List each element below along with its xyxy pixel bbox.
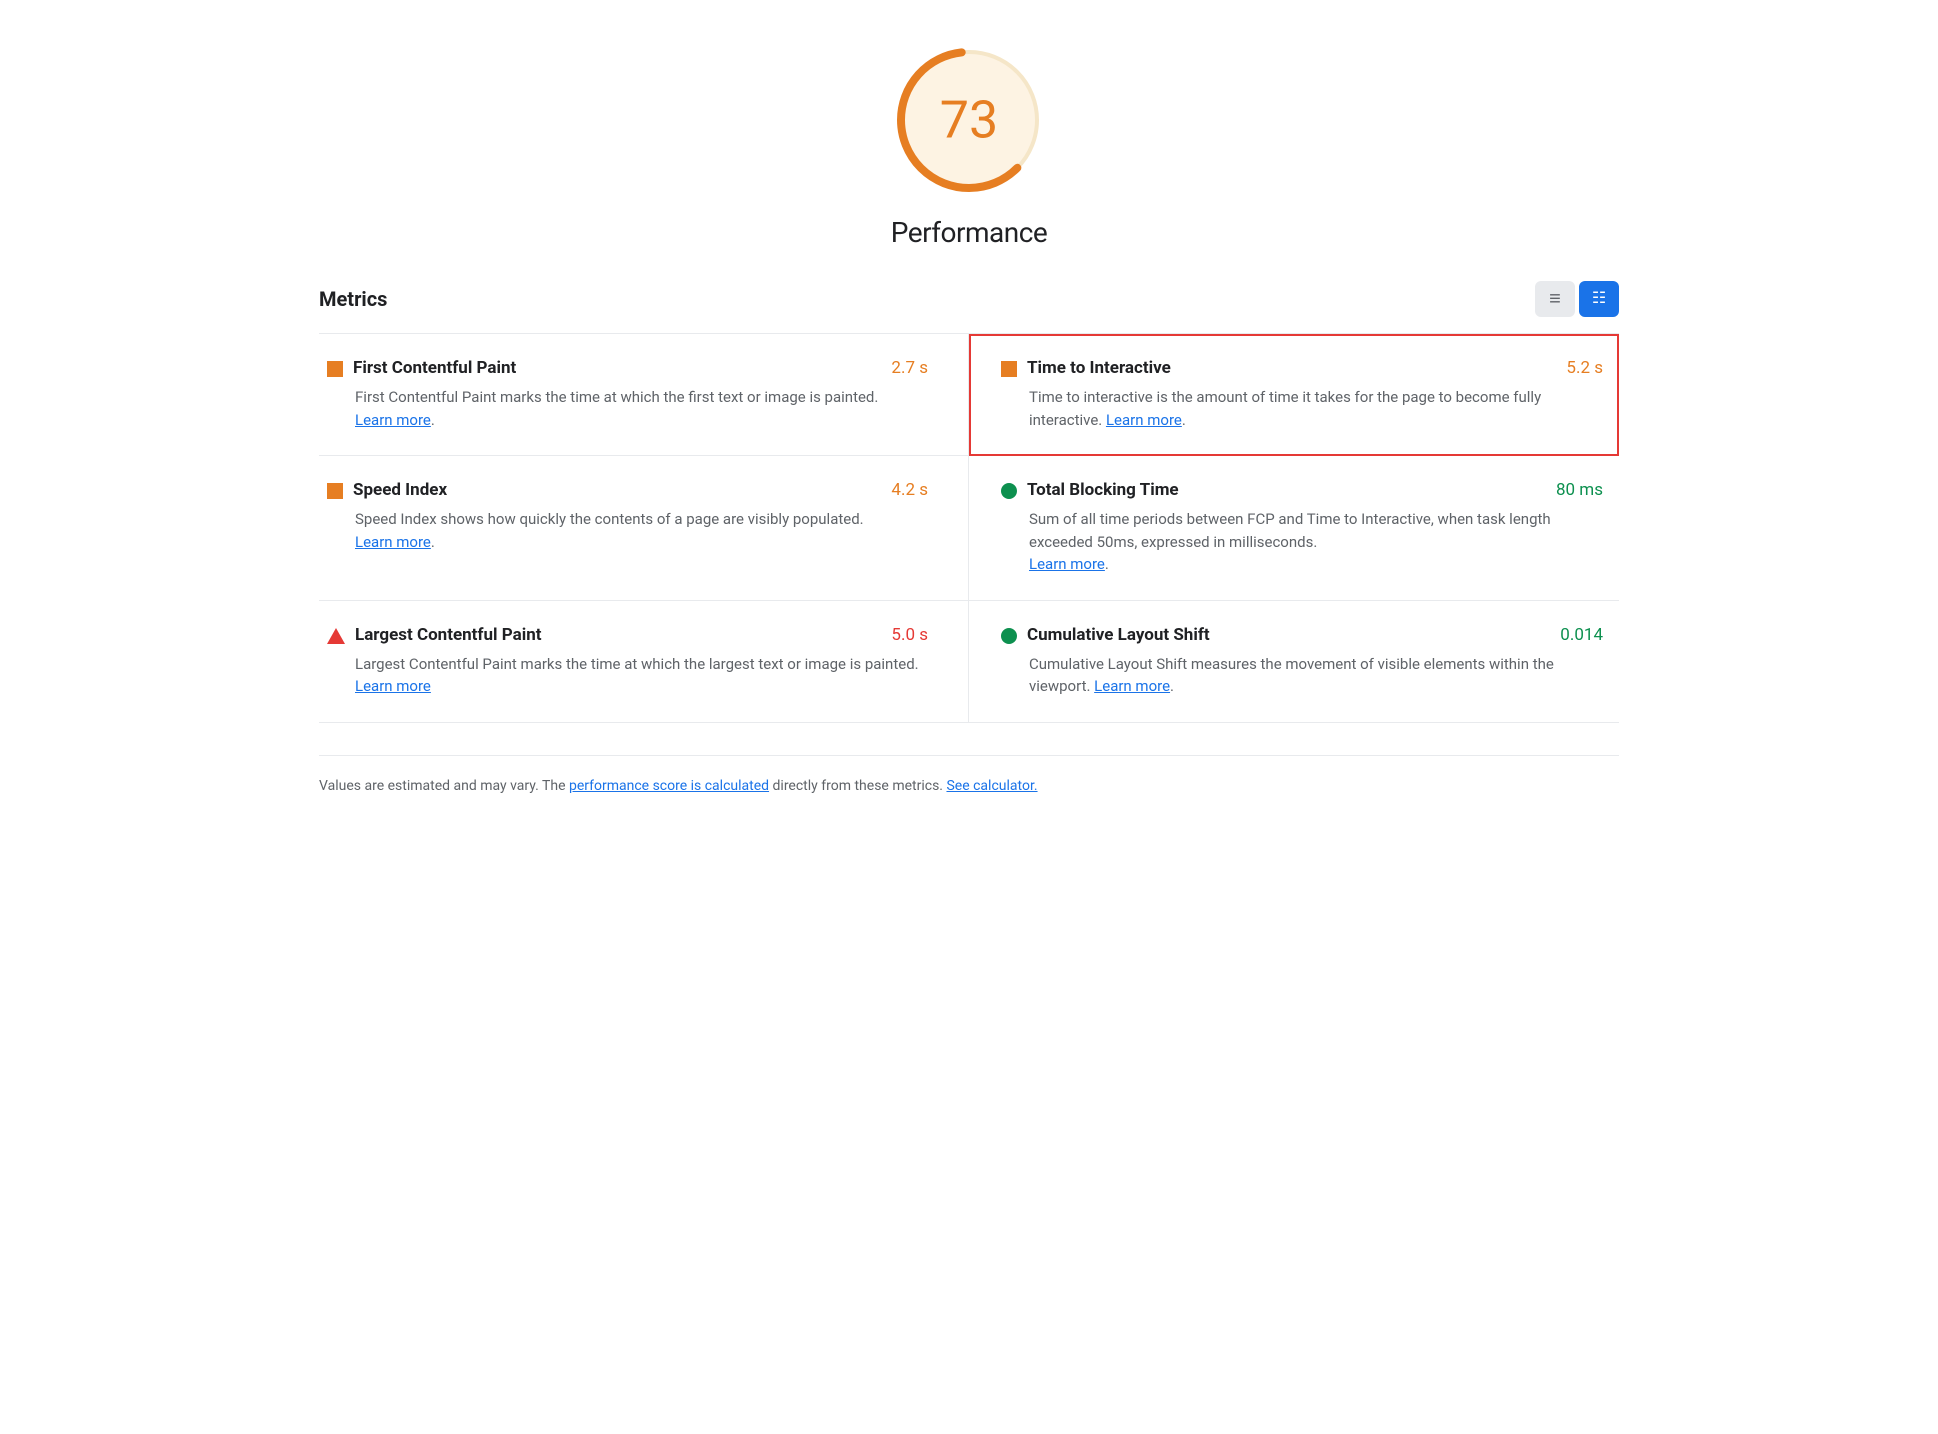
tti-learn-more[interactable]: Learn more <box>1106 411 1182 429</box>
si-description: Speed Index shows how quickly the conten… <box>355 508 928 553</box>
metric-cls-title-row: Cumulative Layout Shift <box>1001 625 1210 645</box>
tti-icon <box>1001 361 1017 377</box>
score-value: 73 <box>940 90 998 151</box>
metric-tbt: Total Blocking Time 80 ms Sum of all tim… <box>969 456 1619 601</box>
metric-cls-header: Cumulative Layout Shift 0.014 <box>1001 625 1603 645</box>
metric-tti-title-row: Time to Interactive <box>1001 358 1171 378</box>
metric-tbt-header: Total Blocking Time 80 ms <box>1001 480 1603 500</box>
cls-learn-more[interactable]: Learn more <box>1094 677 1170 695</box>
si-value: 4.2 s <box>891 480 928 500</box>
performance-label: Performance <box>891 216 1047 249</box>
tti-name: Time to Interactive <box>1027 358 1171 378</box>
footer-note: Values are estimated and may vary. The p… <box>319 755 1619 797</box>
metric-si: Speed Index 4.2 s Speed Index shows how … <box>319 456 969 601</box>
fcp-name: First Contentful Paint <box>353 358 516 378</box>
fcp-learn-more[interactable]: Learn more <box>355 411 431 429</box>
metric-tti-header: Time to Interactive 5.2 s <box>1001 358 1603 378</box>
footer-text-middle: directly from these metrics. <box>769 778 946 794</box>
footer-perf-link[interactable]: performance score is calculated <box>569 778 769 794</box>
cls-description: Cumulative Layout Shift measures the mov… <box>1029 653 1603 698</box>
tbt-icon <box>1001 483 1017 499</box>
tti-value: 5.2 s <box>1566 358 1603 378</box>
score-circle: 73 <box>889 40 1049 200</box>
metric-cls: Cumulative Layout Shift 0.014 Cumulative… <box>969 601 1619 723</box>
lcp-value: 5.0 s <box>891 625 928 645</box>
metric-tbt-title-row: Total Blocking Time <box>1001 480 1179 500</box>
metric-lcp: Largest Contentful Paint 5.0 s Largest C… <box>319 601 969 723</box>
fcp-value: 2.7 s <box>891 358 928 378</box>
lcp-description: Largest Contentful Paint marks the time … <box>355 653 928 698</box>
grid-view-button[interactable]: ☷ <box>1579 281 1619 317</box>
lcp-name: Largest Contentful Paint <box>355 625 542 645</box>
view-toggle: ≡ ☷ <box>1535 281 1619 317</box>
cls-icon <box>1001 628 1017 644</box>
metrics-section: Metrics ≡ ☷ First Contentful Paint 2.7 s… <box>319 281 1619 797</box>
tti-description: Time to interactive is the amount of tim… <box>1029 386 1603 431</box>
fcp-icon <box>327 361 343 377</box>
metrics-header: Metrics ≡ ☷ <box>319 281 1619 317</box>
score-section: 73 Performance <box>60 40 1878 249</box>
cls-value: 0.014 <box>1560 625 1603 645</box>
metric-si-title-row: Speed Index <box>327 480 447 500</box>
list-icon: ≡ <box>1549 289 1561 309</box>
tbt-learn-more[interactable]: Learn more <box>1029 555 1105 573</box>
grid-icon: ☷ <box>1592 291 1606 307</box>
lcp-icon <box>327 628 345 644</box>
tbt-name: Total Blocking Time <box>1027 480 1179 500</box>
si-name: Speed Index <box>353 480 447 500</box>
fcp-description: First Contentful Paint marks the time at… <box>355 386 928 431</box>
metric-fcp: First Contentful Paint 2.7 s First Conte… <box>319 334 969 456</box>
si-icon <box>327 483 343 499</box>
tbt-description: Sum of all time periods between FCP and … <box>1029 508 1603 576</box>
si-learn-more[interactable]: Learn more <box>355 533 431 551</box>
list-view-button[interactable]: ≡ <box>1535 281 1575 317</box>
metric-tti: Time to Interactive 5.2 s Time to intera… <box>969 334 1619 456</box>
metrics-grid: First Contentful Paint 2.7 s First Conte… <box>319 333 1619 723</box>
footer-calculator-link[interactable]: See calculator. <box>946 778 1037 794</box>
tbt-value: 80 ms <box>1556 480 1603 500</box>
metric-fcp-header: First Contentful Paint 2.7 s <box>327 358 928 378</box>
footer-text-before: Values are estimated and may vary. The <box>319 778 569 794</box>
metric-lcp-title-row: Largest Contentful Paint <box>327 625 542 645</box>
metric-fcp-title-row: First Contentful Paint <box>327 358 516 378</box>
metrics-title: Metrics <box>319 287 387 311</box>
metric-lcp-header: Largest Contentful Paint 5.0 s <box>327 625 928 645</box>
cls-name: Cumulative Layout Shift <box>1027 625 1210 645</box>
metric-si-header: Speed Index 4.2 s <box>327 480 928 500</box>
lcp-learn-more[interactable]: Learn more <box>355 677 431 695</box>
